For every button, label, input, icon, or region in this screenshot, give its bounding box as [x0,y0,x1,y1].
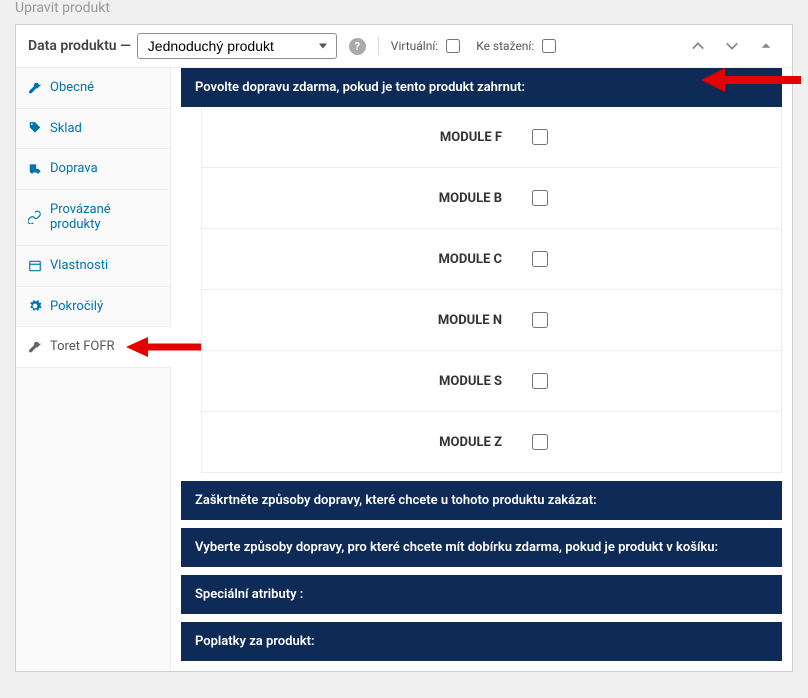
link-icon [28,210,42,224]
truck-icon [28,162,42,176]
product-data-panel: Data produktu — Jednoduchý produkt ? Vir… [15,24,793,672]
panel-collapse-up[interactable] [684,34,712,58]
section-cod-free: Vyberte způsoby dopravy, pro které chcet… [181,528,782,567]
tab-label: Provázané produkty [50,202,158,233]
virtual-label: Virtuální: [391,39,438,53]
module-row: MODULE C [202,229,781,290]
section-title: Povolte dopravu zdarma, pokud je tento p… [195,80,525,95]
help-icon[interactable]: ? [349,38,366,55]
tab-label: Toret FOFR [50,339,115,355]
product-data-tabs: Obecné Sklad Doprava Provázané produkty [16,68,171,671]
module-row: MODULE Z [202,412,781,472]
module-row: MODULE B [202,168,781,229]
tab-label: Obecné [50,80,94,96]
module-label: MODULE Z [202,435,532,450]
section-free-shipping: Povolte dopravu zdarma, pokud je tento p… [181,68,782,107]
tab-label: Pokročilý [50,299,103,315]
red-arrow-annotation-icon [701,66,801,94]
tab-doprava[interactable]: Doprava [16,149,170,190]
tab-label: Vlastnosti [50,258,108,274]
download-label: Ke stažení: [476,39,534,53]
module-s-checkbox[interactable] [532,373,548,389]
module-label: MODULE B [202,191,532,206]
module-label: MODULE F [202,130,532,145]
tab-label: Doprava [50,161,98,177]
wrench-icon [28,340,42,354]
tab-toret-fofr[interactable]: Toret FOFR [16,327,171,368]
panel-icon [28,259,42,273]
tab-content: Povolte dopravu zdarma, pokud je tento p… [171,68,792,671]
wrench-icon [28,81,42,95]
module-row: MODULE F [202,107,781,168]
tab-obecne[interactable]: Obecné [16,68,170,109]
panel-toggle[interactable] [752,34,780,58]
section-title: Zaškrtněte způsoby dopravy, které chcete… [195,493,597,508]
page-title-cropped: Upravit produkt [0,0,808,24]
tab-sklad[interactable]: Sklad [16,109,170,150]
module-label: MODULE N [202,313,532,328]
module-label: MODULE C [202,252,532,267]
tab-label: Sklad [50,121,82,137]
virtual-checkbox[interactable] [446,39,460,53]
panel-title: Data produktu — [28,38,131,54]
section-title: Poplatky za produkt: [195,634,315,649]
module-list: MODULE F MODULE B MODULE C MODULE N MODU… [201,107,782,473]
tab-vlastnosti[interactable]: Vlastnosti [16,246,170,287]
gear-icon [28,299,42,313]
module-n-checkbox[interactable] [532,312,548,328]
download-checkbox[interactable] [542,39,556,53]
module-row: MODULE N [202,290,781,351]
tag-icon [28,121,42,135]
section-product-fees: Poplatky za produkt: [181,622,782,661]
module-b-checkbox[interactable] [532,190,548,206]
module-f-checkbox[interactable] [532,129,548,145]
separator [378,37,379,55]
module-row: MODULE S [202,351,781,412]
panel-collapse-down[interactable] [718,34,746,58]
section-title: Vyberte způsoby dopravy, pro které chcet… [195,540,718,555]
module-label: MODULE S [202,374,532,389]
module-c-checkbox[interactable] [532,251,548,267]
module-z-checkbox[interactable] [532,434,548,450]
panel-header: Data produktu — Jednoduchý produkt ? Vir… [16,25,792,68]
section-title: Speciální atributy : [195,587,303,602]
tab-pokrocily[interactable]: Pokročilý [16,287,170,328]
tab-provazane[interactable]: Provázané produkty [16,190,170,246]
product-type-select[interactable]: Jednoduchý produkt [137,33,337,59]
section-disable-shipping: Zaškrtněte způsoby dopravy, které chcete… [181,481,782,520]
section-special-attrs: Speciální atributy : [181,575,782,614]
